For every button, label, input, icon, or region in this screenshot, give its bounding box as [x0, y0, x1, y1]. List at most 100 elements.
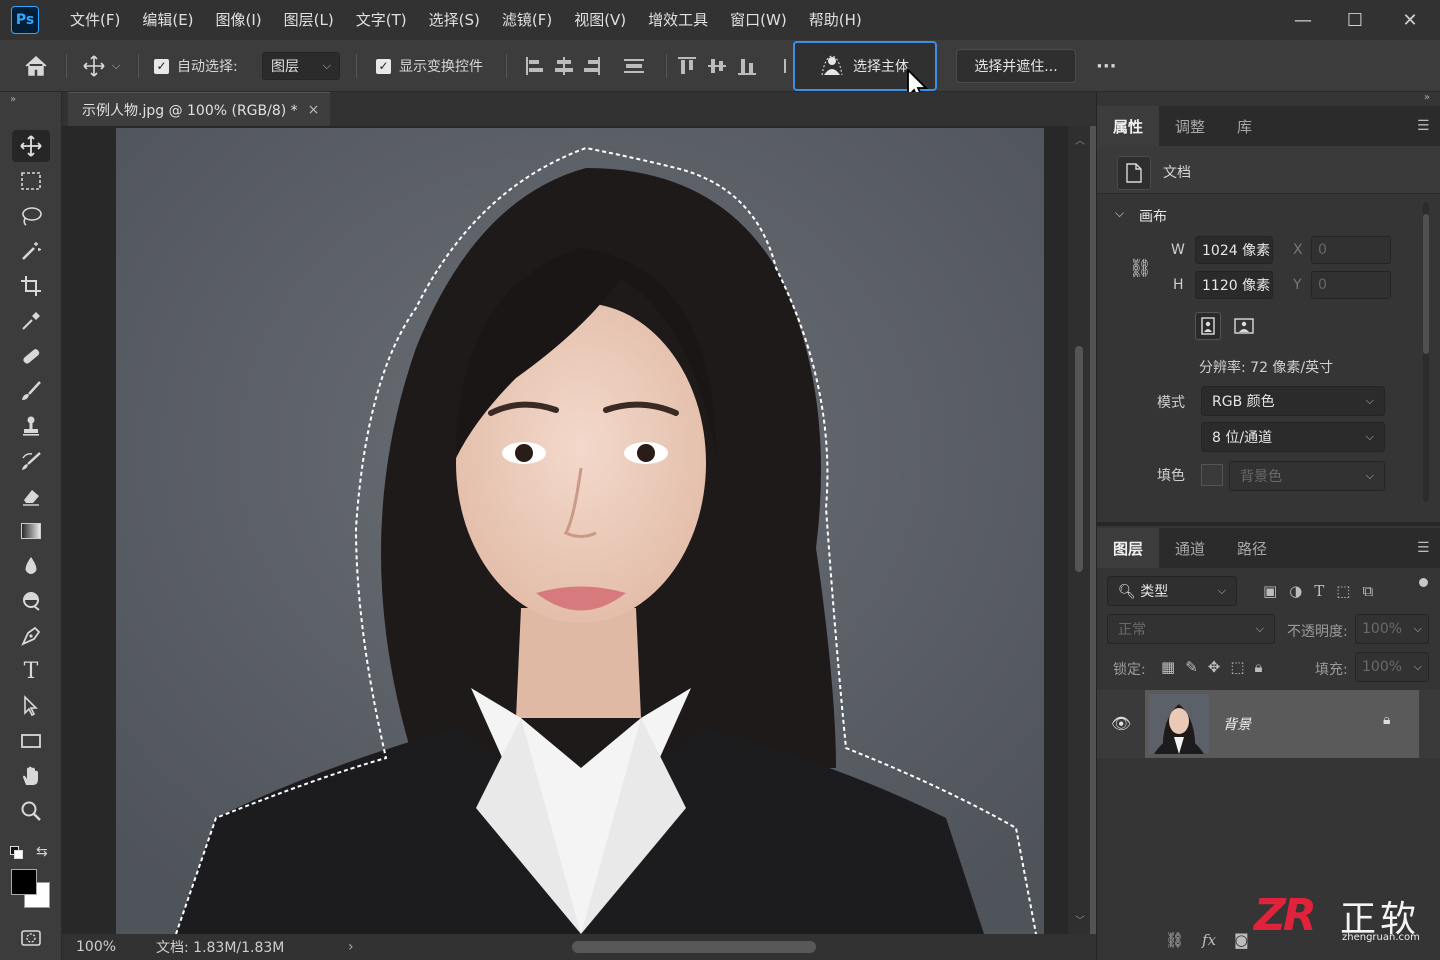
fx-button[interactable]: fx: [1202, 931, 1216, 949]
properties-tab[interactable]: 调整: [1159, 106, 1221, 146]
eraser-tool[interactable]: [12, 480, 50, 512]
menu-item[interactable]: 图像(I): [205, 0, 273, 40]
landscape-orientation-button[interactable]: [1231, 314, 1257, 338]
close-tab-icon[interactable]: ×: [308, 102, 320, 118]
move-tool-preset[interactable]: ⌵: [82, 40, 120, 92]
x-field[interactable]: 0: [1311, 236, 1391, 264]
layers-tab[interactable]: 通道: [1159, 528, 1221, 568]
panel-collapse-icon[interactable]: »: [1424, 92, 1430, 103]
lock-pixels-icon[interactable]: ✎: [1185, 658, 1198, 676]
foreground-color-swatch[interactable]: [11, 869, 37, 895]
history-brush-tool[interactable]: [12, 445, 50, 477]
menu-item[interactable]: 滤镜(F): [491, 0, 563, 40]
layer-name[interactable]: 背景: [1223, 714, 1251, 734]
quick-mask-button[interactable]: [12, 922, 50, 954]
eyedropper-tool[interactable]: [12, 305, 50, 337]
filter-toggle[interactable]: [1419, 578, 1428, 587]
menu-item[interactable]: 增效工具: [637, 0, 719, 40]
dodge-tool[interactable]: [12, 585, 50, 617]
blend-mode-select[interactable]: 正常 ⌵: [1107, 614, 1275, 644]
document-tab[interactable]: 示例人物.jpg @ 100% (RGB/8) * ×: [68, 92, 330, 126]
layer-row[interactable]: 背景 🔒︎: [1145, 690, 1419, 758]
layers-tab[interactable]: 图层: [1097, 528, 1160, 568]
maximize-button[interactable]: ☐: [1328, 0, 1382, 40]
close-button[interactable]: ✕: [1383, 0, 1437, 40]
color-mode-select[interactable]: RGB 颜色 ⌵: [1201, 386, 1385, 416]
layer-filter-select[interactable]: 🔍︎ 类型 ⌵: [1107, 576, 1237, 606]
show-transform-toggle[interactable]: ✓ 显示变换控件: [376, 40, 483, 92]
layers-tab[interactable]: 路径: [1221, 528, 1283, 568]
gradient-tool[interactable]: [12, 515, 50, 547]
auto-select-checkbox[interactable]: ✓: [154, 58, 169, 74]
adjustment-filter-icon[interactable]: ◑: [1289, 582, 1302, 600]
marquee-tool[interactable]: [12, 165, 50, 197]
link-layers-icon[interactable]: ⛓: [1165, 931, 1184, 949]
menu-item[interactable]: 图层(L): [273, 0, 345, 40]
eye-icon[interactable]: 👁︎: [1111, 714, 1131, 733]
lock-artboard-icon[interactable]: ⬚: [1230, 658, 1244, 676]
minimize-button[interactable]: —: [1276, 0, 1330, 40]
opacity-field[interactable]: 100% ⌵: [1355, 614, 1429, 644]
move-tool[interactable]: [12, 130, 50, 162]
clone-stamp-tool[interactable]: [12, 410, 50, 442]
menu-item[interactable]: 选择(S): [418, 0, 491, 40]
hand-tool[interactable]: [12, 760, 50, 792]
fill-select[interactable]: 背景色 ⌵: [1229, 461, 1385, 491]
brush-tool[interactable]: [12, 375, 50, 407]
blur-tool[interactable]: [12, 550, 50, 582]
shape-filter-icon[interactable]: ⬚: [1336, 582, 1350, 600]
scroll-down-icon[interactable]: ﹀: [1075, 912, 1085, 927]
zoom-tool[interactable]: [12, 795, 50, 827]
crop-tool[interactable]: [12, 270, 50, 302]
menu-item[interactable]: 编辑(E): [131, 0, 204, 40]
menu-item[interactable]: 窗口(W): [719, 0, 798, 40]
fill-opacity-field[interactable]: 100% ⌵: [1355, 652, 1429, 682]
home-button[interactable]: [24, 40, 54, 92]
select-and-mask-button[interactable]: 选择并遮住...: [956, 49, 1076, 83]
swap-colors-icon[interactable]: ⇆: [36, 844, 48, 860]
auto-select-toggle[interactable]: ✓ 自动选择:: [154, 40, 238, 92]
properties-tab[interactable]: 库: [1221, 106, 1268, 146]
lock-all-icon[interactable]: 🔒︎: [1255, 658, 1263, 676]
canvas-area[interactable]: [62, 126, 1068, 934]
scroll-up-icon[interactable]: ︿: [1075, 132, 1085, 147]
vertical-scroll-thumb[interactable]: [1075, 346, 1083, 572]
path-selection-tool[interactable]: [12, 690, 50, 722]
rectangle-tool[interactable]: [12, 725, 50, 757]
default-colors-icon[interactable]: [10, 846, 24, 860]
pixel-filter-icon[interactable]: ▣: [1263, 582, 1277, 600]
magic-wand-tool[interactable]: [12, 235, 50, 267]
add-mask-icon[interactable]: ◙: [1234, 931, 1249, 949]
height-field[interactable]: 1120 像素: [1195, 271, 1273, 299]
y-field[interactable]: 0: [1311, 271, 1391, 299]
type-tool[interactable]: T: [12, 655, 50, 687]
properties-tab[interactable]: 属性: [1097, 106, 1160, 146]
collapse-icon[interactable]: »: [10, 94, 16, 105]
bit-depth-select[interactable]: 8 位/通道 ⌵: [1201, 422, 1385, 452]
type-filter-icon[interactable]: T: [1314, 582, 1324, 600]
menu-item[interactable]: 视图(V): [563, 0, 637, 40]
menu-item[interactable]: 文字(T): [345, 0, 418, 40]
section-toggle-icon[interactable]: ⌵: [1115, 206, 1124, 221]
menu-item[interactable]: 帮助(H): [798, 0, 873, 40]
status-menu-arrow[interactable]: ›: [348, 939, 354, 955]
link-icon[interactable]: ⛓: [1129, 258, 1152, 279]
width-field[interactable]: 1024 像素: [1195, 236, 1273, 264]
auto-select-target-select[interactable]: 图层 ⌵: [262, 52, 340, 80]
show-transform-checkbox[interactable]: ✓: [376, 58, 391, 74]
lasso-tool[interactable]: [12, 200, 50, 232]
properties-scrollbar[interactable]: [1423, 202, 1429, 502]
portrait-image[interactable]: [116, 128, 1044, 934]
pen-tool[interactable]: [12, 620, 50, 652]
vertical-scrollbar[interactable]: ︿ ﹀: [1068, 126, 1090, 934]
more-options-button[interactable]: ···: [1096, 40, 1117, 92]
lock-position-icon[interactable]: ✥: [1208, 658, 1221, 676]
portrait-orientation-button[interactable]: [1195, 312, 1221, 340]
horizontal-scroll-thumb[interactable]: [572, 941, 816, 953]
smart-object-filter-icon[interactable]: ⧉: [1362, 582, 1373, 600]
fill-color-swatch[interactable]: [1201, 464, 1223, 486]
zoom-level[interactable]: 100%: [76, 939, 146, 955]
menu-item[interactable]: 文件(F): [59, 0, 131, 40]
lock-transparent-icon[interactable]: ▦: [1161, 658, 1175, 676]
healing-brush-tool[interactable]: [12, 340, 50, 372]
